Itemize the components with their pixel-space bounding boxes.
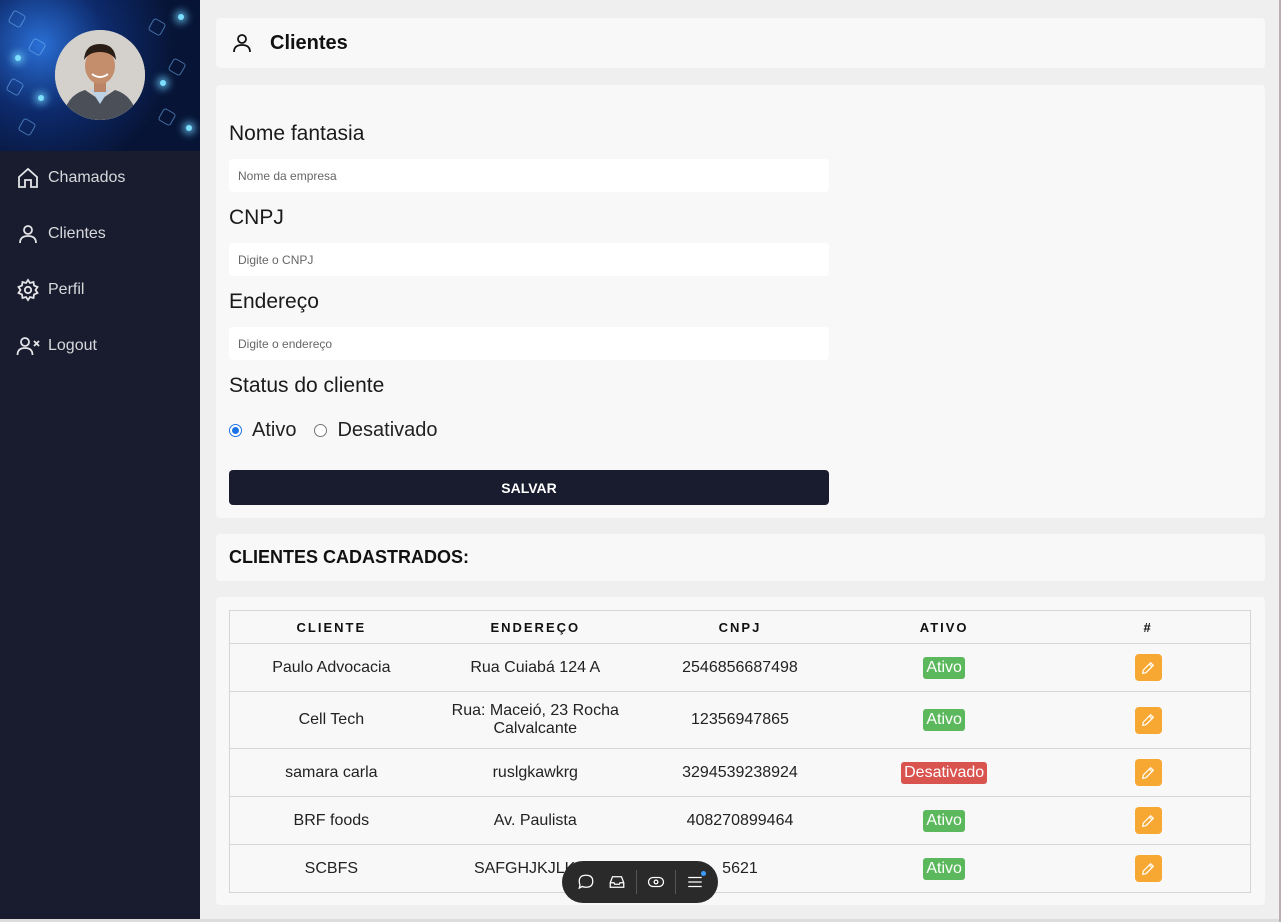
cell-actions — [1046, 796, 1251, 845]
client-form: Nome fantasia CNPJ Endereço Status do cl… — [216, 85, 1265, 518]
cell-cnpj: 12356947865 — [637, 691, 843, 749]
gear-icon — [16, 278, 40, 302]
status-badge: Ativo — [923, 656, 965, 679]
cell-cnpj: 408270899464 — [637, 796, 843, 845]
cell-actions — [1046, 691, 1251, 749]
inbox-icon[interactable] — [605, 870, 629, 894]
pencil-icon — [1142, 814, 1155, 827]
cell-cliente: SCBFS — [229, 844, 433, 893]
cell-cnpj: 3294539238924 — [637, 748, 843, 797]
floating-toolbar — [562, 861, 718, 903]
pencil-icon — [1142, 713, 1155, 727]
page-header: Clientes — [216, 18, 1265, 68]
status-badge: Ativo — [923, 809, 965, 832]
cell-endereco: Rua: Maceió, 23 Rocha Calvalcante — [432, 691, 638, 749]
column-header-actions: # — [1046, 610, 1251, 644]
save-button[interactable]: SALVAR — [229, 470, 829, 505]
menu-icon[interactable] — [683, 870, 707, 894]
pencil-icon — [1142, 661, 1155, 674]
address-input[interactable] — [229, 327, 829, 360]
cell-actions — [1046, 844, 1251, 893]
cell-actions — [1046, 748, 1251, 797]
column-header-endereco: ENDEREÇO — [432, 610, 638, 644]
cell-cliente: Cell Tech — [229, 691, 433, 749]
clients-table: CLIENTE ENDEREÇO CNPJ ATIVO # Paulo Advo… — [229, 610, 1251, 893]
cell-endereco: ruslgkawkrg — [432, 748, 638, 797]
cell-endereco: Rua Cuiabá 124 A — [432, 643, 638, 692]
toolbar-divider — [635, 870, 637, 894]
table-row: Paulo Advocacia Rua Cuiabá 124 A 2546856… — [229, 643, 1251, 692]
column-header-ativo: ATIVO — [842, 610, 1047, 644]
pencil-icon — [1142, 766, 1155, 779]
cnpj-input[interactable] — [229, 243, 829, 276]
clients-list-title: CLIENTES CADASTRADOS: — [229, 547, 470, 567]
edit-button[interactable] — [1134, 706, 1162, 734]
status-label: Status do cliente — [229, 374, 385, 397]
column-header-cnpj: CNPJ — [637, 610, 843, 644]
pencil-icon — [1142, 862, 1155, 875]
edit-button[interactable] — [1134, 855, 1162, 882]
cell-ativo: Desativado — [842, 748, 1047, 797]
name-label: Nome fantasia — [229, 122, 365, 145]
edit-button[interactable] — [1134, 807, 1162, 834]
clients-list-header: CLIENTES CADASTRADOS: — [216, 534, 1265, 581]
cell-actions — [1046, 643, 1251, 692]
user-icon — [230, 31, 254, 55]
cell-ativo: Ativo — [842, 691, 1047, 749]
sidebar-banner — [0, 0, 200, 151]
cnpj-label: CNPJ — [229, 206, 284, 229]
sidebar-item-label: Clientes — [48, 225, 106, 242]
radio-ativo[interactable] — [229, 424, 242, 437]
status-badge: Desativado — [901, 761, 988, 784]
sidebar-item-chamados[interactable]: Chamados — [0, 158, 200, 198]
cell-cnpj: 2546856687498 — [637, 643, 843, 692]
user-icon — [16, 222, 40, 246]
cell-endereco: Av. Paulista — [432, 796, 638, 845]
status-radio-group: Ativo Desativado — [229, 419, 438, 442]
sidebar-item-label: Chamados — [48, 169, 126, 186]
status-badge: Ativo — [923, 709, 965, 731]
notification-dot — [700, 871, 706, 876]
user-x-icon — [16, 334, 40, 358]
table-row: SCBFS SAFGHJKJLKHF 5621 Ativo — [229, 844, 1251, 893]
table-header-row: CLIENTE ENDEREÇO CNPJ ATIVO # — [229, 610, 1251, 644]
home-icon — [16, 166, 40, 190]
status-badge: Ativo — [923, 857, 965, 880]
eye-icon[interactable] — [644, 870, 668, 894]
radio-ativo-label[interactable]: Ativo — [252, 419, 296, 442]
column-header-cliente: CLIENTE — [229, 610, 433, 644]
page-title: Clientes — [270, 31, 348, 54]
sidebar-item-label: Logout — [48, 337, 97, 354]
radio-desativado[interactable] — [314, 424, 328, 437]
table-row: samara carla ruslgkawkrg 3294539238924 D… — [229, 748, 1251, 797]
name-input[interactable] — [229, 159, 829, 192]
cell-cliente: Paulo Advocacia — [229, 643, 433, 692]
table-row: BRF foods Av. Paulista 408270899464 Ativ… — [229, 796, 1251, 845]
cell-cliente: BRF foods — [229, 796, 433, 845]
sidebar-item-clientes[interactable]: Clientes — [0, 214, 200, 254]
cell-ativo: Ativo — [842, 643, 1047, 692]
edit-button[interactable] — [1134, 654, 1162, 681]
sidebar-item-perfil[interactable]: Perfil — [0, 270, 200, 310]
cell-ativo: Ativo — [842, 844, 1047, 893]
address-label: Endereço — [229, 290, 319, 313]
sidebar: Chamados Clientes Perfil Logout — [0, 0, 200, 922]
cell-ativo: Ativo — [842, 796, 1047, 845]
cell-cliente: samara carla — [229, 748, 433, 797]
table-row: Cell Tech Rua: Maceió, 23 Rocha Calvalca… — [229, 691, 1251, 749]
sidebar-item-label: Perfil — [48, 281, 85, 298]
avatar[interactable] — [55, 30, 145, 120]
toolbar-divider — [674, 870, 676, 894]
sidebar-item-logout[interactable]: Logout — [0, 326, 200, 366]
clients-table-panel: CLIENTE ENDEREÇO CNPJ ATIVO # Paulo Advo… — [216, 597, 1265, 905]
edit-button[interactable] — [1134, 759, 1162, 786]
radio-desativado-label[interactable]: Desativado — [337, 419, 437, 442]
chat-icon[interactable] — [574, 870, 598, 894]
